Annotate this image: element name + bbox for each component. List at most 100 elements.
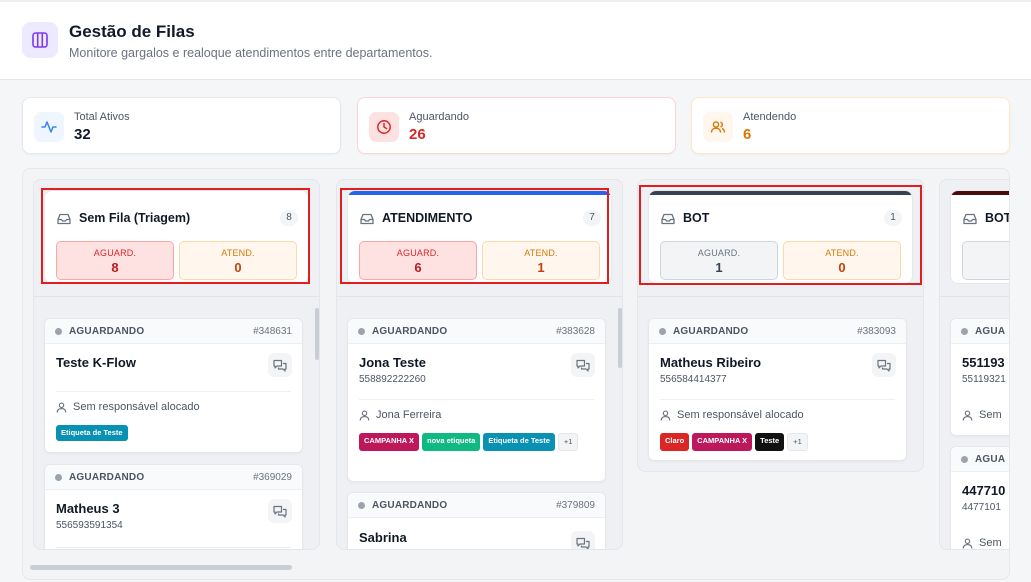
stat-value: 6 (743, 126, 752, 143)
inbox-icon (963, 212, 977, 230)
ticket-status: AGUARDANDO (372, 500, 448, 511)
ticket-card[interactable]: AGUA 447710 4477101 Sem (950, 446, 1009, 549)
attending-counter[interactable]: ATEND. 0 (179, 241, 297, 280)
contact-name: Matheus Ribeiro (660, 355, 762, 370)
ticket-card[interactable]: AGUARDANDO #348631 Teste K-Flow Sem resp… (44, 318, 303, 453)
ticket-card[interactable]: AGUARDANDO #383628 Jona Teste 5588922222… (347, 318, 606, 482)
chat-icon[interactable] (571, 353, 595, 377)
status-dot (659, 328, 666, 335)
responsible-row: Sem responsável alocado (660, 409, 804, 421)
waiting-value: 8 (111, 260, 119, 275)
contact-name: Teste K-Flow (56, 355, 136, 370)
responsible-row: Sem (962, 537, 1002, 549)
waiting-label: A (963, 248, 1009, 258)
ticket-status: AGUARDANDO (69, 472, 145, 483)
contact-phone: 556593591354 (56, 520, 123, 531)
stat-label: Total Ativos (74, 111, 130, 123)
chat-icon[interactable] (872, 353, 896, 377)
ticket-status: AGUARDANDO (69, 326, 145, 337)
tag-badge: Teste (755, 433, 785, 451)
status-dot (358, 502, 365, 509)
stat-value: 26 (409, 126, 426, 143)
queue-board: Sem Fila (Triagem) 8 AGUARD. 8 ATEND. 0 … (22, 168, 1010, 580)
inbox-icon (360, 212, 374, 230)
more-tags-badge[interactable]: +1 (787, 433, 808, 451)
ticket-separator (359, 399, 594, 400)
waiting-counter[interactable]: AGUARD. 1 (660, 241, 778, 280)
waiting-label: AGUARD. (396, 248, 440, 258)
ticket-status: AGUA (975, 326, 1006, 337)
page-header: Gestão de Filas Monitore gargalos e real… (0, 0, 1031, 80)
column-header: ATENDIMENTO 7 AGUARD. 6 ATEND. 1 (347, 190, 612, 284)
ticket-header: AGUARDANDO #383093 (649, 319, 906, 344)
column-title: Sem Fila (Triagem) (79, 211, 191, 225)
attending-counter[interactable]: ATEND. 0 (783, 241, 901, 280)
status-dot (961, 456, 968, 463)
contact-phone: 4477101 (962, 502, 1001, 513)
attending-label: ATEND. (524, 248, 558, 258)
more-tags-badge[interactable]: +1 (557, 433, 579, 451)
ticket-header: AGUARDANDO #379809 (348, 493, 605, 518)
ticket-separator (56, 391, 291, 392)
user-icon (359, 410, 370, 421)
column-divider (940, 296, 1009, 297)
tag-badge: CAMPANHA X (692, 433, 753, 451)
column-header: BOT A (950, 190, 1009, 284)
user-icon (962, 410, 973, 421)
stat-card-waiting: Aguardando 26 (357, 97, 676, 154)
responsible-row: Jona Ferreira (359, 409, 441, 421)
column-divider (34, 296, 319, 297)
attending-value: 0 (234, 260, 242, 275)
status-dot (961, 328, 968, 335)
status-dot (55, 474, 62, 481)
ticket-separator (660, 399, 895, 400)
ticket-card[interactable]: AGUARDANDO #379809 Sabrina (347, 492, 606, 549)
ticket-header: AGUARDANDO #348631 (45, 319, 302, 344)
column-header: BOT 1 AGUARD. 1 ATEND. 0 (648, 190, 913, 284)
contact-phone: 558892222260 (359, 374, 426, 385)
ticket-id: #369029 (253, 472, 292, 483)
chat-icon[interactable] (268, 499, 292, 523)
ticket-card[interactable]: AGUARDANDO #383093 Matheus Ribeiro 55658… (648, 318, 907, 461)
tag-list: Claro CAMPANHA X Teste +1 (660, 433, 898, 451)
attending-counter[interactable]: ATEND. 1 (482, 241, 600, 280)
waiting-label: AGUARD. (697, 248, 741, 258)
column-divider (638, 296, 923, 297)
status-dot (55, 328, 62, 335)
responsible-row: Sem responsável alocado (56, 401, 200, 413)
waiting-label: AGUARD. (93, 248, 137, 258)
ticket-card[interactable]: AGUARDANDO #369029 Matheus 3 55659359135… (44, 464, 303, 549)
ticket-separator (56, 547, 291, 548)
ticket-header: AGUA (951, 319, 1009, 344)
column-count-badge: 1 (884, 210, 902, 226)
responsible-text: Sem responsável alocado (73, 401, 200, 413)
inbox-icon (661, 212, 675, 230)
tag-badge: Etiqueta de Teste (56, 425, 128, 441)
waiting-counter[interactable]: AGUARD. 6 (359, 241, 477, 280)
contact-phone: 556584414377 (660, 374, 727, 385)
page-subtitle: Monitore gargalos e realoque atendimento… (69, 46, 433, 60)
column-color-bar (649, 191, 912, 195)
contact-phone: 55119321 (962, 374, 1006, 385)
tag-list: CAMPANHA X nova etiqueta Etiqueta de Tes… (359, 433, 597, 451)
waiting-counter[interactable]: A (962, 241, 1009, 280)
ticket-header: AGUA (951, 447, 1009, 472)
stat-card-attending: Atendendo 6 (691, 97, 1010, 154)
user-icon (660, 410, 671, 421)
ticket-id: #348631 (253, 326, 292, 337)
contact-name: 551193 (962, 355, 1005, 370)
waiting-counter[interactable]: AGUARD. 8 (56, 241, 174, 280)
responsible-row: Sem (962, 409, 1002, 421)
chat-icon[interactable] (268, 353, 292, 377)
queue-column-bot: BOT 1 AGUARD. 1 ATEND. 0 AGUARDANDO #383… (637, 179, 924, 472)
stat-label: Atendendo (743, 111, 797, 123)
stat-label: Aguardando (409, 111, 469, 123)
column-scrollbar[interactable] (618, 308, 622, 368)
chat-icon[interactable] (571, 531, 595, 549)
ticket-card[interactable]: AGUA 551193 55119321 Sem (950, 318, 1009, 436)
board-horizontal-scrollbar[interactable] (30, 565, 292, 570)
status-dot (358, 328, 365, 335)
column-scrollbar[interactable] (315, 308, 319, 360)
queue-column-atendimento: ATENDIMENTO 7 AGUARD. 6 ATEND. 1 AGUARDA… (336, 179, 623, 550)
queue-column-bot-2: BOT A AGUA 551193 55119321 Sem AGUA 4477 (939, 179, 1009, 550)
